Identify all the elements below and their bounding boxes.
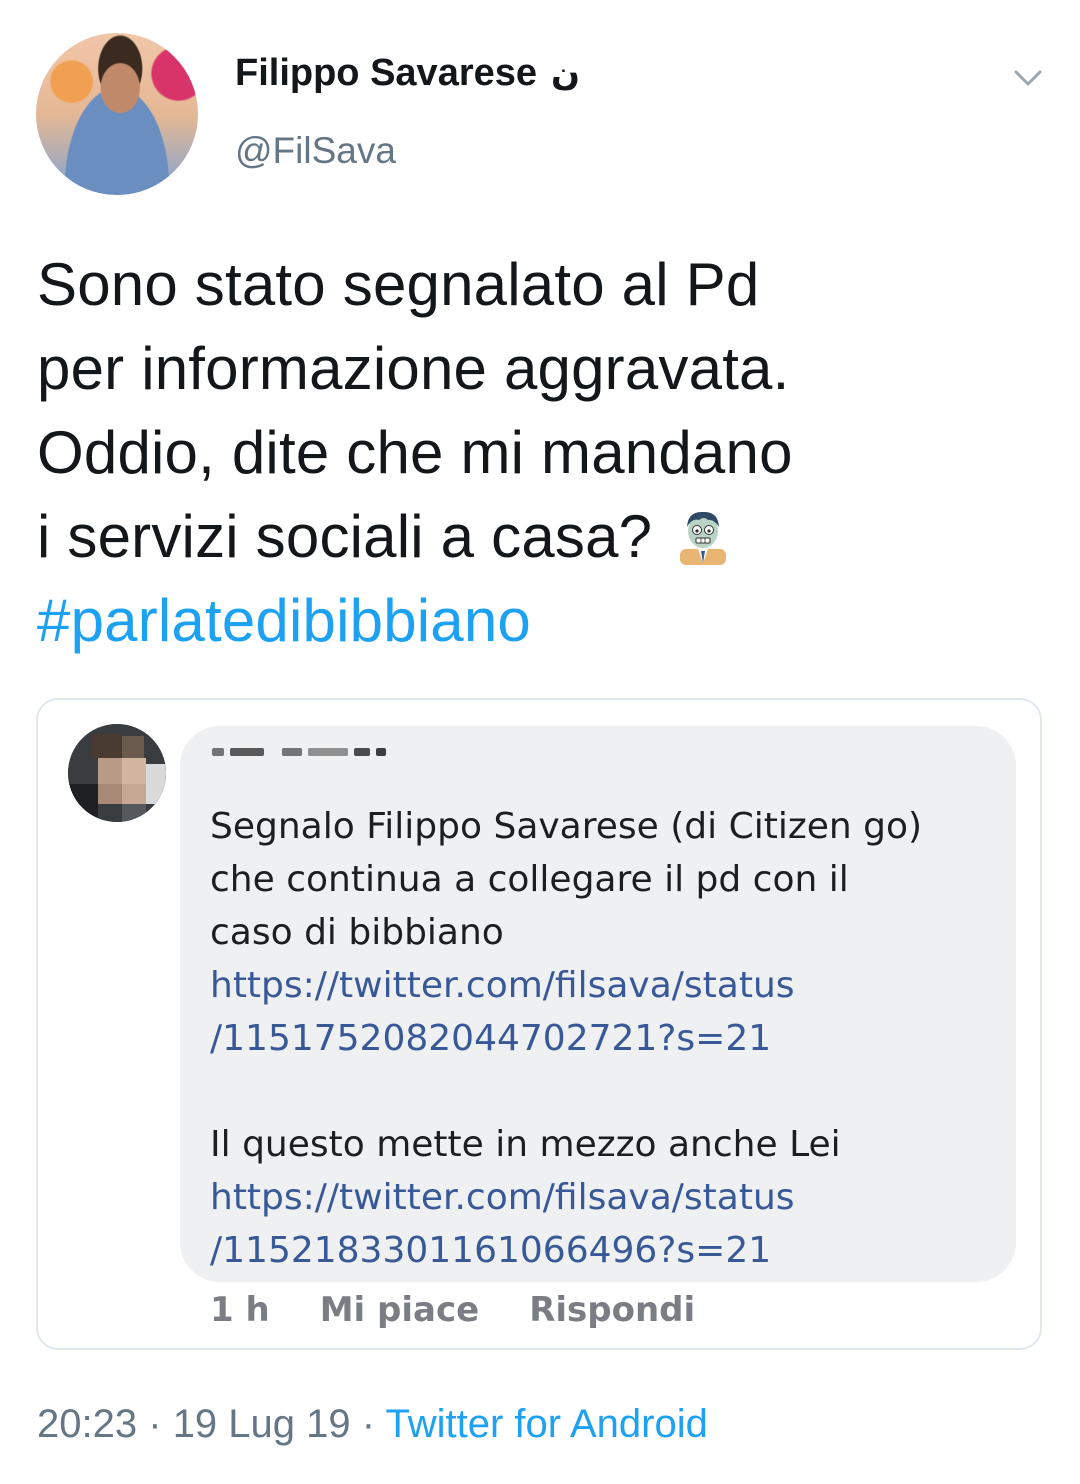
quoted-image-card[interactable]: Segnalo Filippo Savarese (di Citizen go)…	[36, 698, 1042, 1350]
comment-line: che continua a collegare il pd con il	[210, 859, 849, 900]
zombie-emoji-icon	[680, 511, 727, 565]
author-handle[interactable]: @FilSava	[235, 130, 396, 172]
comment-link-2[interactable]: https://twitter.com/filsava/status	[210, 1171, 1010, 1224]
redacted-commenter-name	[212, 748, 386, 758]
comment-link-1[interactable]: https://twitter.com/filsava/status	[210, 959, 1010, 1012]
comment-link-1-cont[interactable]: /1151752082044702721?s=21	[210, 1012, 1010, 1065]
like-link: Mi piace	[319, 1290, 480, 1330]
reply-link: Rispondi	[529, 1290, 696, 1330]
tweet-line: per informazione aggravata.	[37, 335, 790, 402]
comment-link-2-cont[interactable]: /1152183301161066496?s=21	[210, 1224, 1010, 1277]
tweet-line: i servizi sociali a casa?	[37, 503, 653, 570]
comment-line: Il questo mette in mezzo anche Lei	[210, 1124, 841, 1165]
chevron-down-icon[interactable]	[1012, 62, 1044, 94]
comment-meta: 1 h Mi piace Rispondi	[210, 1290, 695, 1330]
author-name-row[interactable]: Filippo Savarese ن	[235, 52, 580, 95]
comment-time: 1 h	[210, 1290, 270, 1330]
tweet-source-link[interactable]: Twitter for Android	[385, 1402, 707, 1446]
tweet-line-with-emoji: i servizi sociali a casa?	[37, 495, 1037, 579]
commenter-avatar-pixelated	[68, 724, 166, 822]
tweet-line: Sono stato segnalato al Pd	[37, 251, 760, 318]
separator: ·	[148, 1402, 162, 1446]
comment-bubble: Segnalo Filippo Savarese (di Citizen go)…	[180, 726, 1016, 1282]
comment-line: caso di bibbiano	[210, 912, 504, 953]
comment-line: Segnalo Filippo Savarese (di Citizen go)	[210, 806, 923, 847]
tweet-footer: 20:23 · 19 Lug 19 · Twitter for Android	[37, 1402, 708, 1447]
author-avatar[interactable]	[36, 33, 198, 195]
tweet-text: Sono stato segnalato al Pd per informazi…	[37, 243, 1037, 663]
tweet-line: Oddio, dite che mi mandano	[37, 419, 793, 486]
author-name[interactable]: Filippo Savarese	[235, 52, 537, 95]
author-name-glyph: ن	[551, 53, 581, 94]
hashtag-link[interactable]: #parlatedibibbiano	[37, 579, 1037, 663]
separator: ·	[361, 1402, 376, 1446]
comment-text: Segnalo Filippo Savarese (di Citizen go)…	[210, 800, 1010, 1277]
tweet-date[interactable]: 19 Lug 19	[173, 1402, 351, 1446]
tweet-time[interactable]: 20:23	[37, 1402, 137, 1446]
